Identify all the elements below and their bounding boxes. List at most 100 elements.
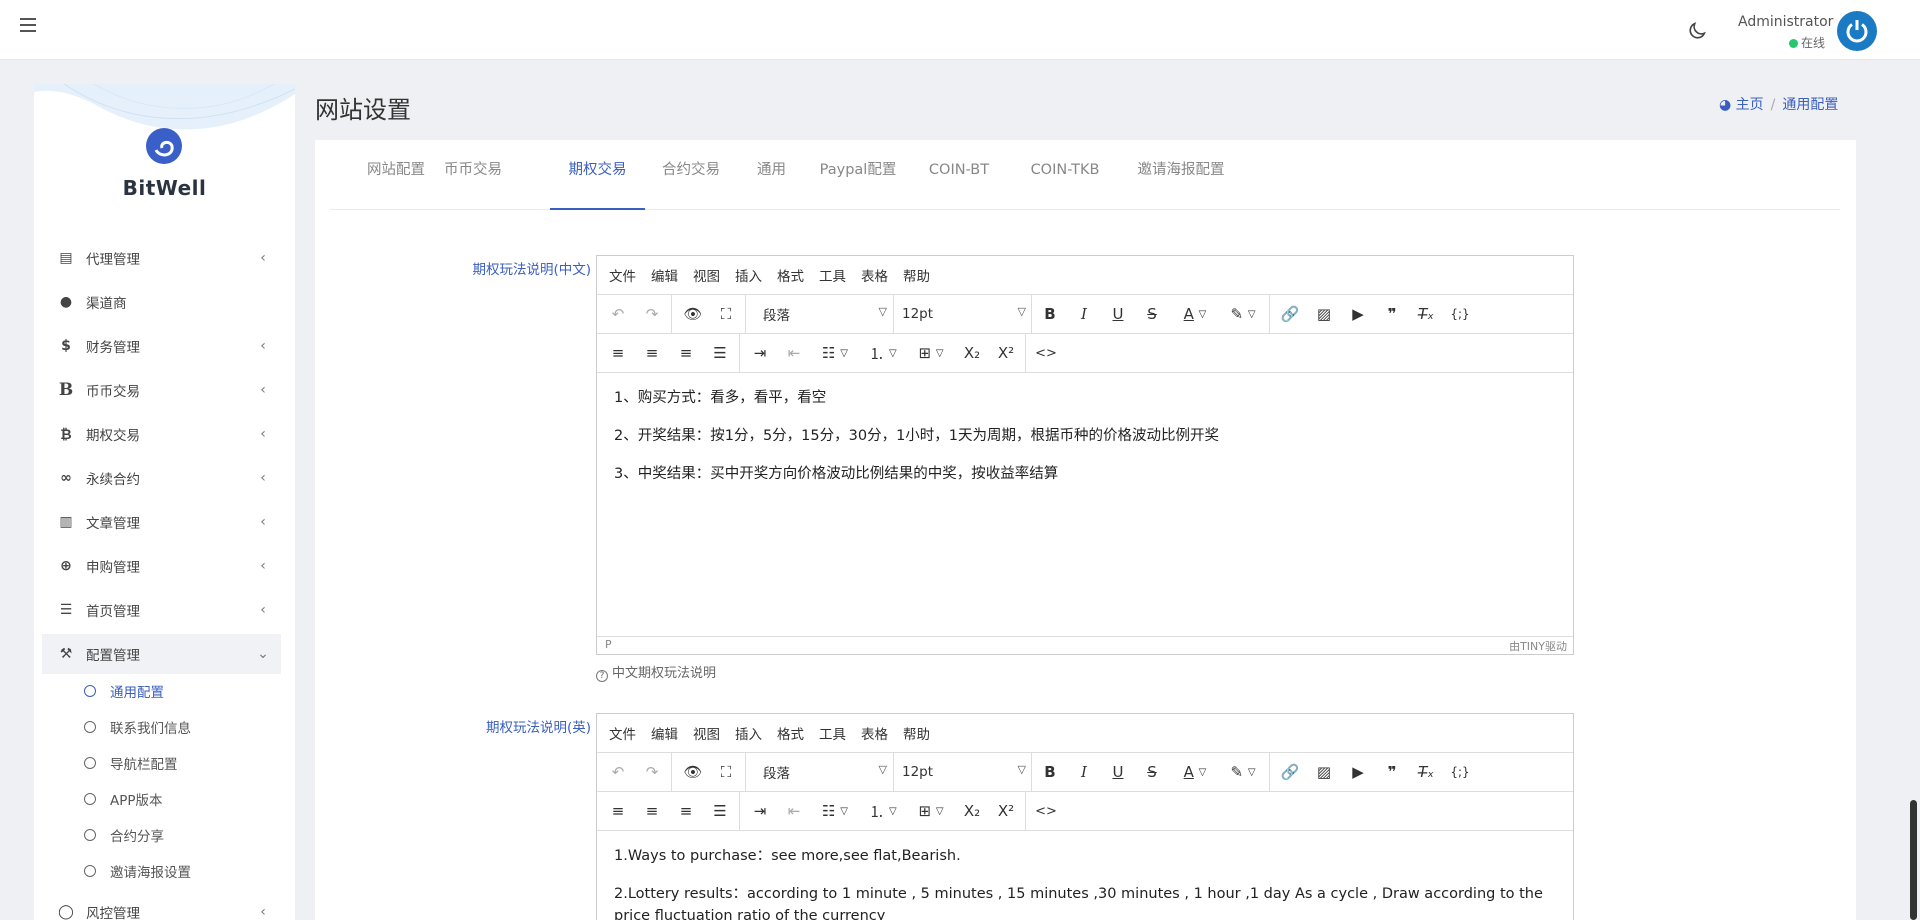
menu-view[interactable]: 视图: [693, 265, 720, 285]
sidebar-subitem-app-version[interactable]: APP版本: [84, 785, 163, 813]
align-left-icon[interactable]: ≡: [607, 800, 629, 822]
fullscreen-icon[interactable]: ⛶: [715, 303, 737, 325]
source-code-icon[interactable]: <>: [1035, 800, 1057, 822]
tab-contract[interactable]: 合约交易: [661, 140, 721, 210]
hamburger-menu-icon[interactable]: [20, 18, 36, 32]
bullet-list-icon[interactable]: ☷ ▽: [815, 342, 855, 364]
superscript-icon[interactable]: X²: [995, 342, 1017, 364]
user-name[interactable]: Administrator: [1738, 14, 1833, 30]
media-icon[interactable]: ▶: [1347, 303, 1369, 325]
italic-icon[interactable]: I: [1073, 303, 1095, 325]
image-icon[interactable]: ▨: [1313, 761, 1335, 783]
outdent-icon[interactable]: ⇤: [783, 800, 805, 822]
sidebar-subitem-contract-share[interactable]: 合约分享: [84, 821, 164, 849]
image-icon[interactable]: ▨: [1313, 303, 1335, 325]
menu-edit[interactable]: 编辑: [651, 723, 678, 743]
breadcrumb-home[interactable]: 主页: [1736, 97, 1764, 113]
undo-icon[interactable]: ↶: [607, 761, 629, 783]
sidebar-item-channel[interactable]: ● 渠道商: [42, 282, 281, 322]
superscript-icon[interactable]: X²: [995, 800, 1017, 822]
editor-content[interactable]: 1.Ways to purchase：see more,see flat,Bea…: [597, 831, 1573, 920]
sidebar-item-subscription[interactable]: ⊕ 申购管理 ‹: [42, 546, 281, 586]
sidebar-subitem-navbar[interactable]: 导航栏配置: [84, 749, 178, 777]
text-color-icon[interactable]: A ▽: [1175, 303, 1215, 325]
font-size-select[interactable]: 12pt ▽: [902, 303, 1026, 325]
menu-insert[interactable]: 插入: [735, 723, 762, 743]
italic-icon[interactable]: I: [1073, 761, 1095, 783]
align-center-icon[interactable]: ≡: [641, 800, 663, 822]
numbered-list-icon[interactable]: ⒈ ▽: [863, 342, 903, 364]
link-icon[interactable]: 🔗: [1279, 303, 1301, 325]
page-scrollbar[interactable]: [1907, 60, 1920, 920]
moon-icon[interactable]: [1686, 20, 1708, 42]
sidebar-item-options[interactable]: ₿ 期权交易 ‹: [42, 414, 281, 454]
blockquote-icon[interactable]: ❞: [1381, 303, 1403, 325]
text-color-icon[interactable]: A ▽: [1175, 761, 1215, 783]
menu-insert[interactable]: 插入: [735, 265, 762, 285]
sidebar-item-agent[interactable]: ▤ 代理管理 ‹: [42, 238, 281, 278]
sidebar-item-finance[interactable]: $ 财务管理 ‹: [42, 326, 281, 366]
strikethrough-icon[interactable]: S: [1141, 303, 1163, 325]
editor-content[interactable]: 1、购买方式：看多，看平，看空 2、开奖结果：按1分，5分，15分，30分，1小…: [597, 373, 1573, 515]
highlight-color-icon[interactable]: ✎ ▽: [1223, 303, 1263, 325]
blockquote-icon[interactable]: ❞: [1381, 761, 1403, 783]
sidebar-item-spot[interactable]: B 币币交易 ‹: [42, 370, 281, 410]
menu-format[interactable]: 格式: [777, 723, 804, 743]
clear-format-icon[interactable]: T̶ₓ: [1415, 761, 1437, 783]
tab-options[interactable]: 期权交易: [550, 140, 645, 210]
tab-site-config[interactable]: 网站配置: [365, 140, 427, 210]
underline-icon[interactable]: U: [1107, 303, 1129, 325]
sidebar-item-config[interactable]: ⚒ 配置管理 ⌄: [42, 634, 281, 674]
preview-eye-icon[interactable]: 👁: [681, 761, 705, 783]
align-right-icon[interactable]: ≡: [675, 342, 697, 364]
powered-by[interactable]: 由TINY驱动: [1509, 638, 1567, 654]
sidebar-subitem-contact[interactable]: 联系我们信息: [84, 713, 191, 741]
menu-view[interactable]: 视图: [693, 723, 720, 743]
element-path[interactable]: P: [605, 638, 612, 651]
menu-help[interactable]: 帮助: [903, 723, 930, 743]
table-icon[interactable]: ⊞ ▽: [911, 342, 951, 364]
tab-paypal[interactable]: Paypal配置: [818, 140, 898, 210]
sidebar-subitem-invite-poster[interactable]: 邀请海报设置: [84, 857, 191, 885]
block-format-select[interactable]: 段落 ▽: [763, 761, 887, 783]
numbered-list-icon[interactable]: ⒈ ▽: [863, 800, 903, 822]
tab-invite-poster[interactable]: 邀请海报配置: [1136, 140, 1226, 210]
tab-general[interactable]: 通用: [754, 140, 789, 210]
strikethrough-icon[interactable]: S: [1141, 761, 1163, 783]
clear-format-icon[interactable]: T̶ₓ: [1415, 303, 1437, 325]
align-left-icon[interactable]: ≡: [607, 342, 629, 364]
subscript-icon[interactable]: X₂: [961, 342, 983, 364]
align-center-icon[interactable]: ≡: [641, 342, 663, 364]
menu-help[interactable]: 帮助: [903, 265, 930, 285]
menu-file[interactable]: 文件: [609, 723, 636, 743]
tab-coin-bt[interactable]: COIN-BT: [925, 140, 993, 210]
subscript-icon[interactable]: X₂: [961, 800, 983, 822]
redo-icon[interactable]: ↷: [641, 303, 663, 325]
sidebar-item-articles[interactable]: ▥ 文章管理 ‹: [42, 502, 281, 542]
menu-table[interactable]: 表格: [861, 265, 888, 285]
outdent-icon[interactable]: ⇤: [783, 342, 805, 364]
avatar[interactable]: [1837, 11, 1877, 51]
align-justify-icon[interactable]: ☰: [709, 800, 731, 822]
menu-edit[interactable]: 编辑: [651, 265, 678, 285]
indent-icon[interactable]: ⇥: [749, 800, 771, 822]
bold-icon[interactable]: B: [1039, 761, 1061, 783]
sidebar-subitem-general[interactable]: 通用配置: [84, 677, 164, 705]
undo-icon[interactable]: ↶: [607, 303, 629, 325]
code-sample-icon[interactable]: {;}: [1449, 303, 1471, 325]
bold-icon[interactable]: B: [1039, 303, 1061, 325]
fullscreen-icon[interactable]: ⛶: [715, 761, 737, 783]
highlight-color-icon[interactable]: ✎ ▽: [1223, 761, 1263, 783]
tab-coin-tkb[interactable]: COIN-TKB: [1025, 140, 1105, 210]
tab-spot[interactable]: 币币交易: [443, 140, 503, 210]
redo-icon[interactable]: ↷: [641, 761, 663, 783]
preview-eye-icon[interactable]: 👁: [681, 303, 705, 325]
sidebar-item-risk[interactable]: ◯ 风控管理 ‹: [42, 892, 281, 920]
sidebar-item-perpetual[interactable]: ∞ 永续合约 ‹: [42, 458, 281, 498]
block-format-select[interactable]: 段落 ▽: [763, 303, 887, 325]
link-icon[interactable]: 🔗: [1279, 761, 1301, 783]
bullet-list-icon[interactable]: ☷ ▽: [815, 800, 855, 822]
table-icon[interactable]: ⊞ ▽: [911, 800, 951, 822]
media-icon[interactable]: ▶: [1347, 761, 1369, 783]
underline-icon[interactable]: U: [1107, 761, 1129, 783]
